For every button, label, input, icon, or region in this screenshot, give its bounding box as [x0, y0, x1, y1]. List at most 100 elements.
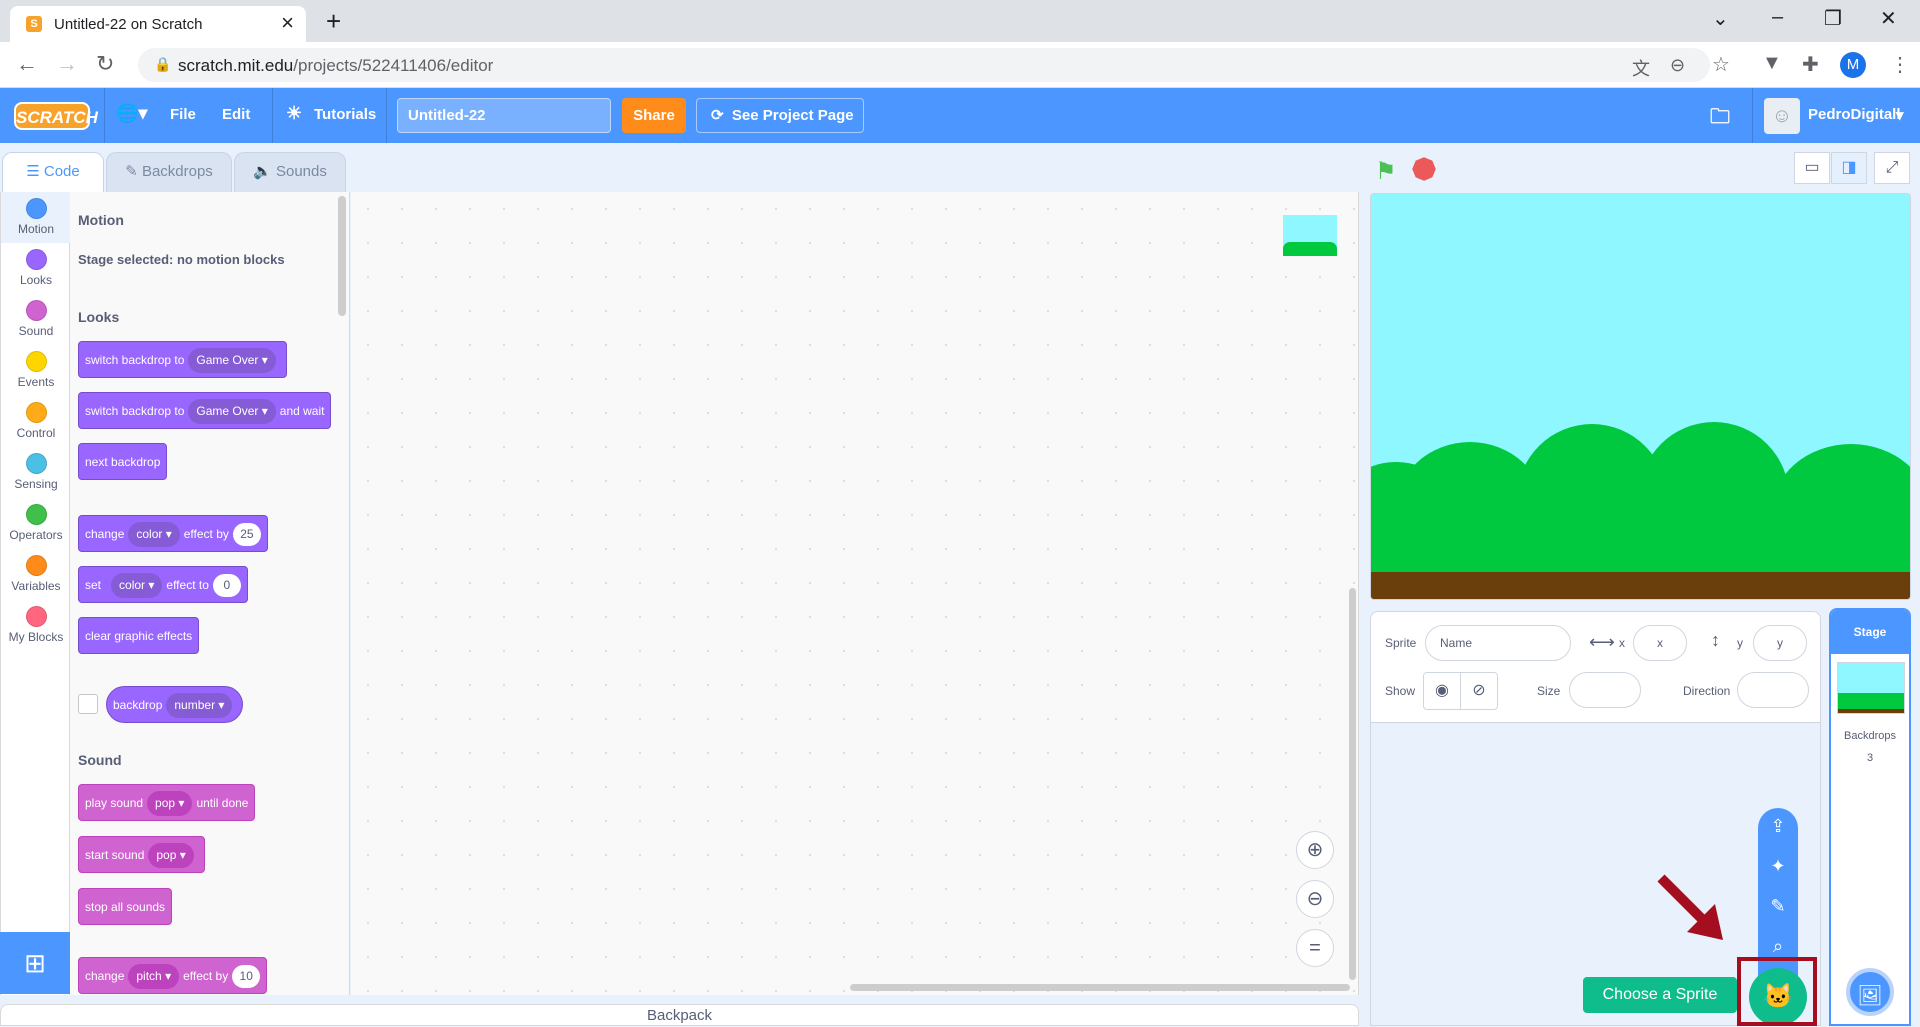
size-field[interactable] [1569, 672, 1641, 708]
stage-canvas[interactable] [1370, 193, 1911, 600]
share-button[interactable]: Share [622, 98, 686, 133]
close-tab-icon[interactable]: × [281, 11, 294, 35]
script-workspace[interactable] [351, 192, 1359, 995]
palette-scrollbar[interactable] [338, 196, 346, 316]
green-flag-icon[interactable]: ⚑ [1375, 157, 1397, 186]
block-switch-backdrop[interactable]: switch backdrop to Game Over ▾ [78, 341, 287, 378]
block-dropdown[interactable]: color ▾ [128, 522, 180, 547]
direction-field[interactable] [1737, 672, 1809, 708]
close-window-icon[interactable]: ✕ [1880, 6, 1897, 31]
zoom-reset-button[interactable]: = [1296, 929, 1334, 967]
tutorials-menu[interactable]: Tutorials [314, 106, 376, 123]
normal-stage-button[interactable]: ◨ [1831, 152, 1867, 184]
block-dropdown[interactable]: pop ▾ [147, 791, 193, 816]
browser-menu-icon[interactable]: ⋮ [1890, 52, 1910, 77]
bookmark-star-icon[interactable]: ☆ [1712, 52, 1730, 77]
category-sound[interactable]: Sound [1, 294, 71, 345]
my-stuff-folder-icon[interactable]: 🗀 [1710, 102, 1730, 136]
minimize-icon[interactable]: – [1772, 6, 1783, 29]
zoom-out-button[interactable]: ⊖ [1296, 880, 1334, 918]
edit-menu[interactable]: Edit [222, 106, 250, 123]
block-change-effect[interactable]: change color ▾ effect by 25 [78, 515, 268, 552]
back-icon[interactable]: ← [16, 51, 38, 77]
block-stop-all-sounds[interactable]: stop all sounds [78, 888, 173, 925]
workspace-vertical-scrollbar[interactable] [1349, 588, 1356, 980]
scratch-logo[interactable]: SCRATCH [14, 102, 98, 130]
category-label: Sensing [14, 477, 58, 491]
show-visible-button[interactable]: ◉ [1423, 672, 1461, 710]
tab-sounds[interactable]: 🔈 Sounds [234, 152, 346, 192]
block-dropdown[interactable]: Game Over ▾ [188, 399, 276, 424]
block-dropdown[interactable]: pitch ▾ [128, 964, 180, 989]
show-hidden-button[interactable]: ⊘ [1460, 672, 1498, 710]
chevron-down-icon[interactable]: ▾ [1896, 106, 1904, 124]
sprite-name-field[interactable]: Name [1425, 625, 1571, 661]
upload-sprite-icon[interactable]: ⇪ [1758, 816, 1798, 837]
block-set-effect[interactable]: set color ▾ effect to 0 [78, 566, 248, 603]
block-switch-backdrop-and-wait[interactable]: switch backdrop to Game Over ▾ and wait [78, 392, 332, 429]
category-control[interactable]: Control [1, 396, 71, 447]
category-sensing[interactable]: Sensing [1, 447, 71, 498]
category-looks[interactable]: Looks [1, 243, 71, 294]
browser-tab[interactable]: S Untitled-22 on Scratch × [10, 6, 306, 42]
username-menu[interactable]: PedroDigitall [1808, 106, 1901, 123]
tab-backdrops[interactable]: ✎ Backdrops [106, 152, 232, 192]
vertical-arrows-icon: ↕ [1711, 630, 1720, 650]
block-dropdown[interactable]: color ▾ [111, 573, 163, 598]
extension-filter-icon[interactable]: ▼ [1762, 52, 1782, 75]
zoom-in-button[interactable]: ⊕ [1296, 831, 1334, 869]
profile-avatar[interactable]: M [1840, 52, 1866, 78]
block-number-input[interactable]: 0 [212, 574, 241, 597]
reload-icon[interactable]: ↻ [96, 51, 114, 77]
block-dropdown[interactable]: Game Over ▾ [188, 348, 276, 373]
category-variables[interactable]: Variables [1, 549, 71, 600]
block-start-sound[interactable]: start sound pop ▾ [78, 836, 205, 873]
category-label: My Blocks [8, 630, 64, 644]
block-change-pitch-effect[interactable]: change pitch ▾ effect by 10 [78, 957, 268, 994]
category-my-blocks[interactable]: My Blocks [1, 600, 71, 651]
tab-code[interactable]: ☰ Code [2, 152, 104, 192]
y-label: y [1737, 636, 1743, 650]
block-text: next backdrop [85, 455, 161, 469]
new-tab-icon[interactable]: + [326, 6, 341, 37]
translate-icon[interactable]: 文 [1632, 55, 1650, 81]
choose-backdrop-button[interactable]: 🖼 [1846, 968, 1894, 1016]
extensions-puzzle-icon[interactable]: ✚ [1802, 52, 1819, 77]
user-avatar[interactable]: ☺ [1764, 98, 1800, 134]
backdrop-monitor-checkbox[interactable] [78, 694, 98, 714]
x-field[interactable]: x [1633, 625, 1687, 661]
backpack-bar[interactable]: Backpack [0, 1004, 1359, 1026]
restore-icon[interactable]: ❐ [1824, 6, 1842, 31]
file-menu[interactable]: File [170, 106, 196, 123]
add-extension-button[interactable]: ⊞ [0, 932, 70, 994]
block-play-sound-until-done[interactable]: play sound pop ▾ until done [78, 784, 256, 821]
category-label: Control [16, 426, 56, 440]
see-project-page-button[interactable]: ⟳ See Project Page [696, 98, 864, 133]
stage-target-pane[interactable]: Stage Backdrops 3 [1829, 608, 1911, 1026]
tab-search-icon[interactable]: ⌄ [1712, 6, 1729, 31]
category-events[interactable]: Events [1, 345, 71, 396]
project-title-input[interactable]: Untitled-22 [397, 98, 611, 133]
y-field[interactable]: y [1753, 625, 1807, 661]
block-dropdown[interactable]: pop ▾ [148, 843, 194, 868]
block-backdrop-reporter[interactable]: backdrop number ▾ [106, 686, 244, 723]
category-operators[interactable]: Operators [1, 498, 71, 549]
fullscreen-button[interactable]: ⤢ [1874, 152, 1910, 184]
workspace-horizontal-scrollbar[interactable] [850, 984, 1350, 991]
url-path: /projects/522411406/editor [293, 56, 494, 75]
block-number-input[interactable]: 25 [232, 523, 261, 546]
block-number-input[interactable]: 10 [232, 965, 261, 988]
category-motion[interactable]: Motion [1, 192, 71, 243]
forward-icon[interactable]: → [56, 51, 78, 77]
block-clear-graphic-effects[interactable]: clear graphic effects [78, 617, 200, 654]
block-dropdown[interactable]: number ▾ [166, 693, 233, 718]
zoom-icon[interactable]: ⊖ [1670, 55, 1685, 76]
block-next-backdrop[interactable]: next backdrop [78, 443, 168, 480]
small-stage-button[interactable]: ▭ [1794, 152, 1830, 184]
search-icon[interactable]: ⌕ [1758, 936, 1798, 957]
stop-sign-icon[interactable] [1410, 155, 1439, 184]
language-globe-icon[interactable]: 🌐▾ [116, 103, 147, 124]
address-bar[interactable]: 🔒 scratch.mit.edu/projects/522411406/edi… [138, 48, 1710, 82]
surprise-sparkle-icon[interactable]: ✦ [1758, 856, 1798, 877]
paint-brush-icon[interactable]: ✎ [1758, 896, 1798, 917]
